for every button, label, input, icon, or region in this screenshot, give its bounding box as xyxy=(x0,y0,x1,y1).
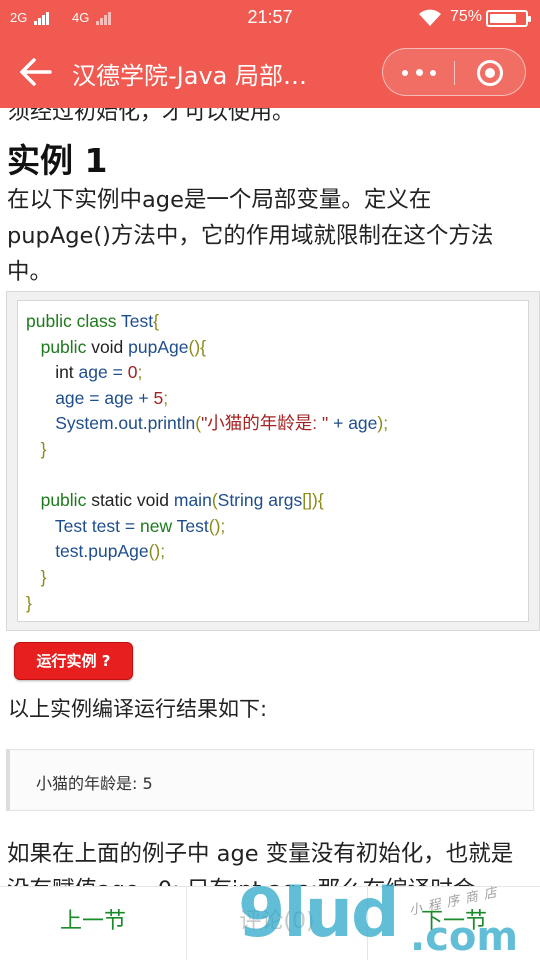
code-line: age = age + 5; xyxy=(55,387,169,408)
prev-section-button[interactable]: 上一节 xyxy=(0,887,186,960)
result-intro: 以上实例编译运行结果如下: xyxy=(8,697,268,721)
wifi-icon xyxy=(419,9,441,26)
page-title: 汉德学院-Java 局部… xyxy=(72,62,307,90)
code-line: } xyxy=(40,566,47,587)
article-content[interactable]: 须经过初始化，才可以使用。 实例 1 在以下实例中age是一个局部变量。定义在p… xyxy=(0,108,540,886)
battery-fill xyxy=(490,14,516,23)
code-block: public class Test{ public void pupAge(){… xyxy=(6,291,540,631)
code-line: Test test = new Test(); xyxy=(54,515,226,536)
intro-paragraph: 在以下实例中age是一个局部变量。定义在pupAge()方法中，它的作用域就限制… xyxy=(7,187,494,285)
mini-program-capsule xyxy=(382,48,526,96)
arrow-left-icon[interactable] xyxy=(18,56,54,88)
code-line: public void pupAge(){ xyxy=(40,336,206,357)
bottom-nav: 上一节 评论(0) 下一节 xyxy=(0,886,540,960)
code-panel: public class Test{ public void pupAge(){… xyxy=(17,300,529,622)
output-text: 小猫的年龄是: 5 xyxy=(36,774,153,793)
code-line: public class Test{ xyxy=(26,311,159,331)
status-bar: 2G 4G 21:57 75% xyxy=(0,0,540,36)
next-section-button[interactable]: 下一节 xyxy=(368,887,540,960)
truncated-paragraph: 须经过初始化，才可以使用。 xyxy=(8,108,295,125)
section-heading: 实例 1 xyxy=(7,141,108,180)
output-block: 小猫的年龄是: 5 xyxy=(6,749,534,811)
more-dots-icon[interactable] xyxy=(399,59,439,87)
code-line: public static void main(String args[]){ xyxy=(40,490,324,511)
target-close-icon[interactable] xyxy=(477,60,503,86)
code-line: System.out.println("小猫的年龄是: " + age); xyxy=(55,413,389,434)
code-line: test.pupAge(); xyxy=(55,541,166,562)
code-line: } xyxy=(26,592,32,613)
run-example-button[interactable]: 运行实例 ? xyxy=(14,642,133,680)
battery-icon xyxy=(486,10,531,27)
capsule-divider xyxy=(454,61,455,85)
code-line: } xyxy=(40,438,47,459)
code-line: int age = 0; xyxy=(55,362,143,383)
comments-button[interactable]: 评论(0) xyxy=(186,887,368,960)
followup-paragraph: 如果在上面的例子中 age 变量没有初始化，也就是没有赋值age=0; 只有in… xyxy=(7,841,514,886)
battery-percent: 75% xyxy=(449,8,482,25)
nav-bar: 汉德学院-Java 局部… xyxy=(0,36,540,108)
